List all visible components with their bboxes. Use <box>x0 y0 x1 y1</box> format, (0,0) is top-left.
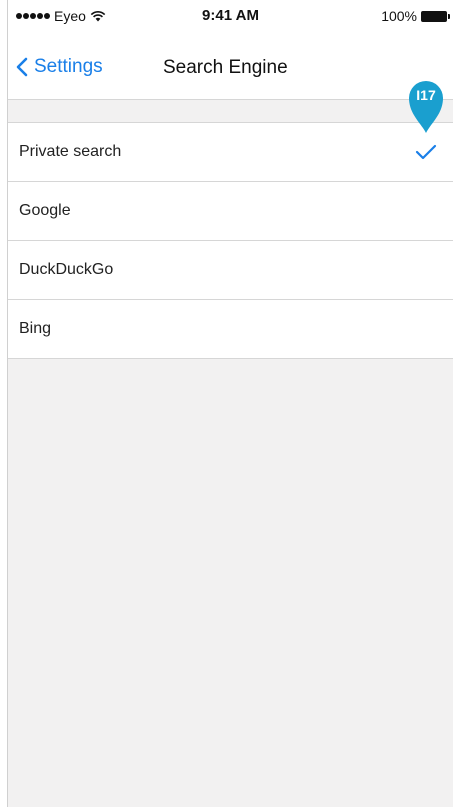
back-button[interactable]: Settings <box>16 56 103 78</box>
search-engine-list: Private search Google DuckDuckGo Bing <box>8 122 453 359</box>
engine-option-google[interactable]: Google <box>8 182 453 241</box>
engine-label: DuckDuckGo <box>19 261 114 278</box>
checkmark-icon <box>415 144 437 160</box>
engine-option-bing[interactable]: Bing <box>8 300 453 359</box>
engine-label: Google <box>19 202 71 219</box>
chevron-left-icon <box>16 57 28 77</box>
engine-option-duckduckgo[interactable]: DuckDuckGo <box>8 241 453 300</box>
back-label: Settings <box>34 56 103 77</box>
annotation-label: I17 <box>416 87 436 103</box>
navigation-bar: Settings Search Engine <box>8 34 453 100</box>
phone-screen: Eyeo 9:41 AM 100% Settings Search Engine… <box>7 0 453 807</box>
annotation-pin: I17 <box>407 78 445 134</box>
engine-option-private-search[interactable]: Private search <box>8 123 453 182</box>
engine-label: Private search <box>19 143 122 160</box>
engine-label: Bing <box>19 320 52 337</box>
battery-percent: 100% <box>381 8 417 24</box>
page-title: Search Engine <box>163 57 288 78</box>
battery-icon <box>421 10 450 22</box>
status-bar: Eyeo 9:41 AM 100% <box>8 0 453 34</box>
status-right: 100% <box>381 8 450 24</box>
